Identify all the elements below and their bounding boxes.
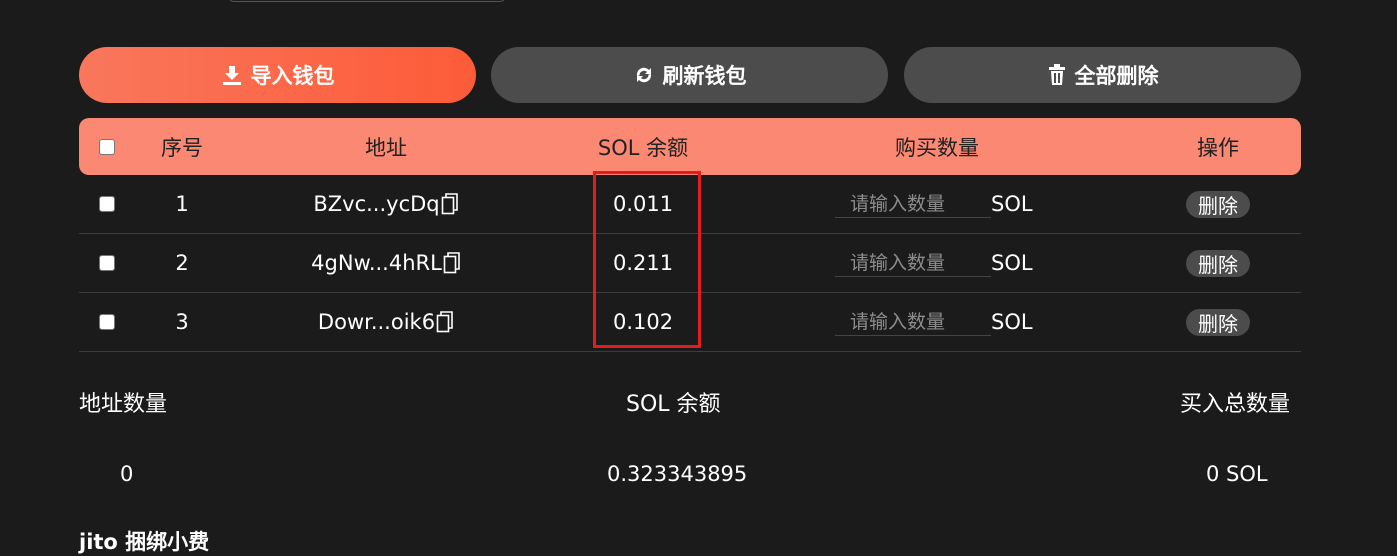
select-all-checkbox[interactable] bbox=[99, 138, 115, 155]
row-checkbox[interactable] bbox=[99, 196, 115, 212]
header-buy-amount: 购买数量 bbox=[895, 135, 979, 160]
download-icon bbox=[221, 64, 243, 86]
row-index: 3 bbox=[175, 310, 189, 334]
trash-icon bbox=[1047, 64, 1067, 86]
delete-row-button[interactable]: 删除 bbox=[1186, 249, 1250, 277]
delete-all-label: 全部删除 bbox=[1074, 64, 1159, 88]
header-action: 操作 bbox=[1197, 135, 1239, 160]
row-checkbox[interactable] bbox=[99, 314, 115, 330]
top-input-field[interactable] bbox=[228, 0, 506, 2]
row-address: Dowr...oik6 bbox=[317, 310, 436, 334]
row-unit: SOL bbox=[991, 310, 1033, 334]
row-index: 1 bbox=[175, 192, 189, 216]
row-index: 2 bbox=[175, 251, 189, 275]
import-wallet-label: 导入钱包 bbox=[250, 64, 335, 88]
row-address: 4gNw...4hRL bbox=[311, 251, 442, 275]
address-count-value: 0 bbox=[120, 462, 134, 486]
header-balance: SOL 余额 bbox=[597, 135, 689, 160]
wallet-table: 序号 地址 SOL 余额 购买数量 操作 1 BZvc...ycDq 0.011… bbox=[79, 118, 1301, 352]
header-address: 地址 bbox=[365, 135, 407, 160]
refresh-wallet-label: 刷新钱包 bbox=[662, 64, 747, 88]
buy-amount-input[interactable] bbox=[835, 190, 991, 218]
table-header: 序号 地址 SOL 余额 购买数量 操作 bbox=[79, 118, 1301, 175]
row-balance: 0.011 bbox=[613, 192, 674, 216]
address-count-label: 地址数量 bbox=[79, 392, 168, 417]
row-checkbox[interactable] bbox=[99, 255, 115, 271]
import-wallet-button[interactable]: 导入钱包 bbox=[79, 47, 476, 103]
copy-icon[interactable] bbox=[441, 192, 459, 216]
delete-row-button[interactable]: 删除 bbox=[1186, 190, 1250, 218]
row-address: BZvc...ycDq bbox=[313, 192, 440, 216]
buy-amount-input[interactable] bbox=[835, 308, 991, 336]
row-balance: 0.211 bbox=[613, 251, 674, 275]
header-index: 序号 bbox=[161, 135, 203, 160]
sol-balance-value: 0.323343895 bbox=[607, 462, 748, 486]
total-buy-label: 买入总数量 bbox=[1180, 392, 1291, 417]
select-all-cell bbox=[79, 118, 135, 175]
delete-all-button[interactable]: 全部删除 bbox=[904, 47, 1301, 103]
copy-icon[interactable] bbox=[443, 251, 461, 275]
table-row: 2 4gNw...4hRL 0.211 SOL 删除 bbox=[79, 234, 1301, 293]
copy-icon[interactable] bbox=[436, 310, 454, 334]
table-row: 3 Dowr...oik6 0.102 SOL 删除 bbox=[79, 293, 1301, 352]
row-balance: 0.102 bbox=[613, 310, 674, 334]
sol-balance-label: SOL 余额 bbox=[626, 392, 721, 417]
total-buy-value: 0 SOL bbox=[1206, 462, 1268, 486]
jito-tip-label: jito 捆绑小费 bbox=[79, 530, 210, 554]
refresh-wallet-button[interactable]: 刷新钱包 bbox=[491, 47, 888, 103]
refresh-icon bbox=[633, 64, 655, 86]
row-unit: SOL bbox=[991, 192, 1033, 216]
row-unit: SOL bbox=[991, 251, 1033, 275]
table-row: 1 BZvc...ycDq 0.011 SOL 删除 bbox=[79, 175, 1301, 234]
delete-row-button[interactable]: 删除 bbox=[1186, 308, 1250, 336]
buy-amount-input[interactable] bbox=[835, 249, 991, 277]
toolbar: 导入钱包 刷新钱包 全部删除 bbox=[79, 47, 1301, 103]
